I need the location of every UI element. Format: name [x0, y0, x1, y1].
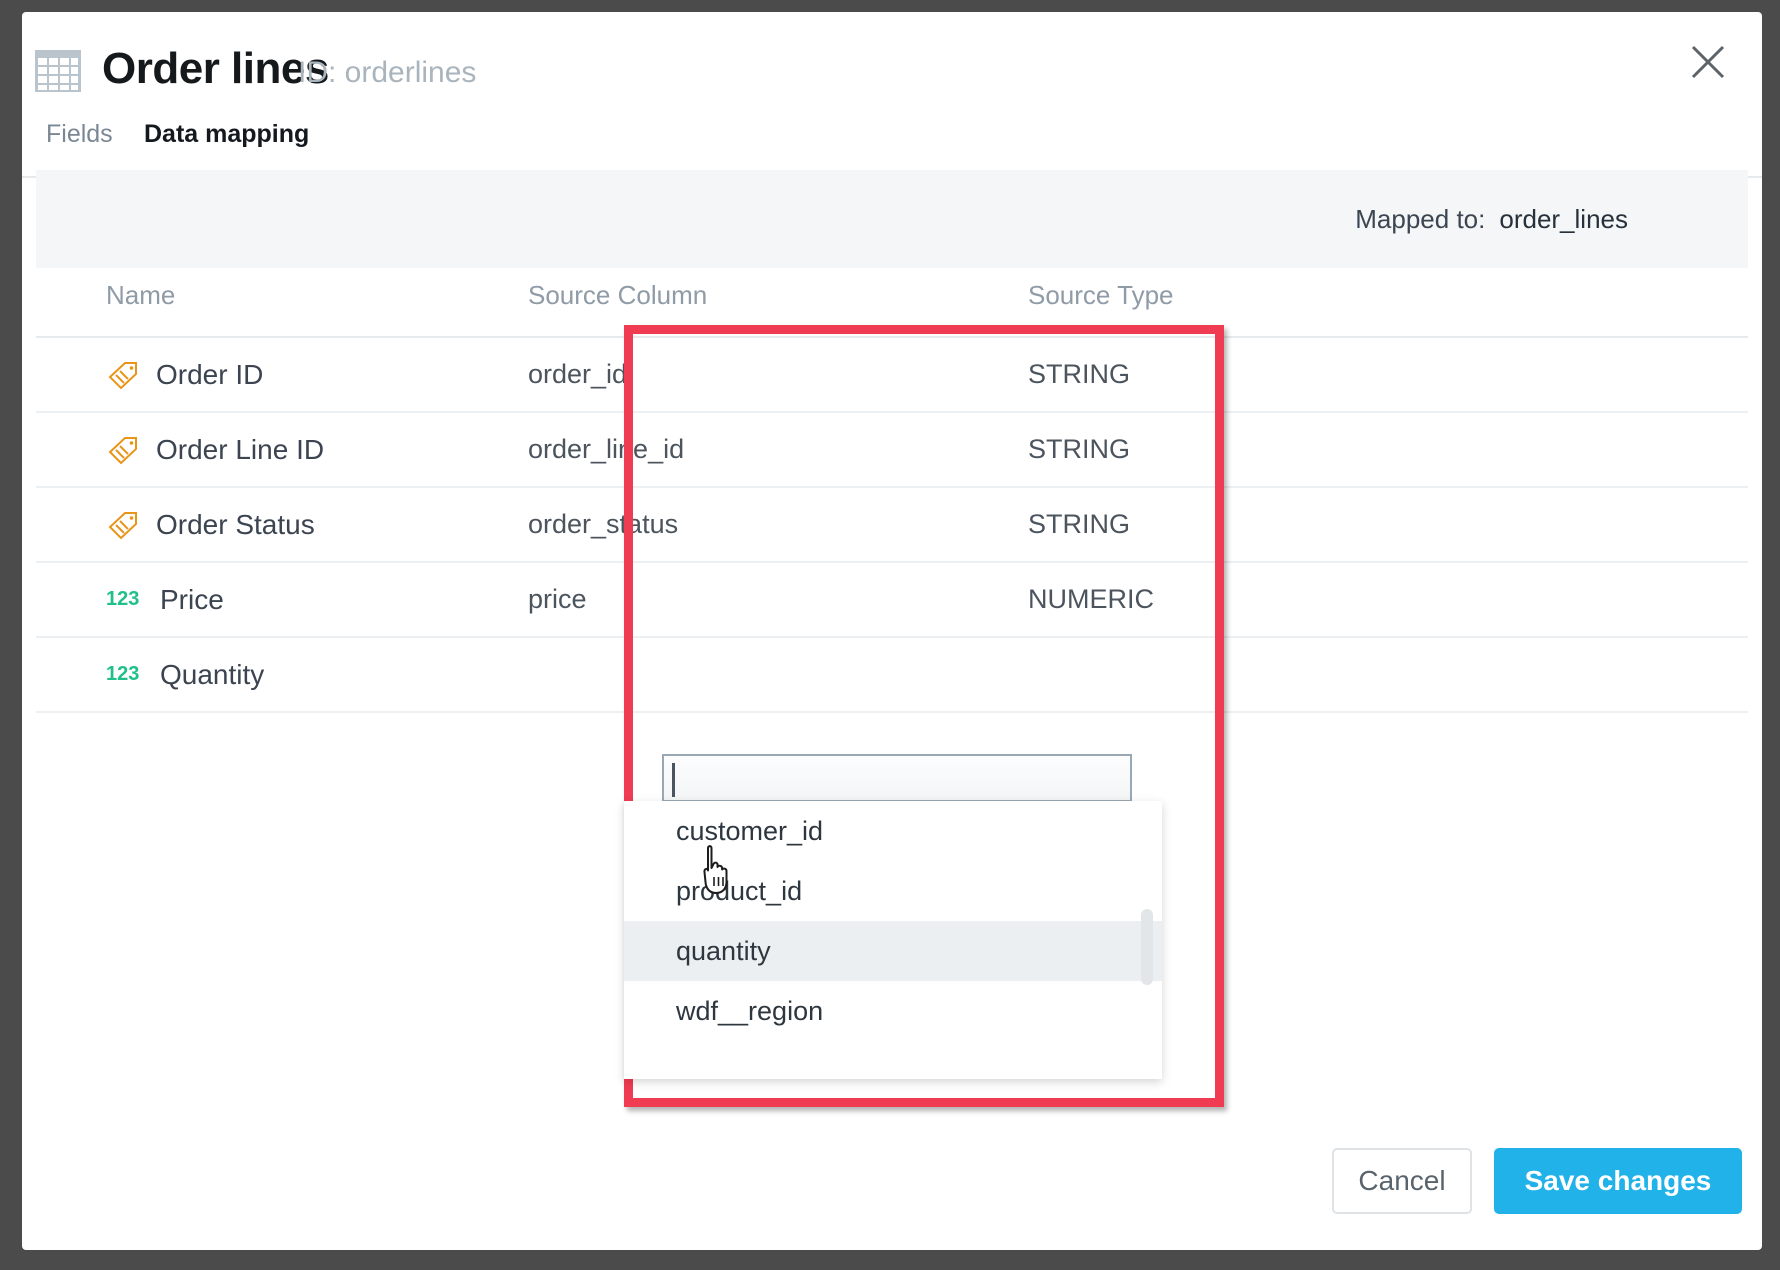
table-row: Order Line ID order_line_id STRING [36, 413, 1748, 488]
number-icon: 123 [106, 663, 144, 686]
page-title: Order lines [102, 44, 329, 94]
source-column-input[interactable] [662, 754, 1132, 802]
source-column-combobox: customer_id product_id quantity wdf__reg… [662, 754, 1132, 802]
tag-icon [106, 434, 140, 466]
table-grid-icon [34, 49, 82, 93]
save-changes-button[interactable]: Save changes [1494, 1148, 1742, 1214]
cell-field-name: Order Status [36, 509, 498, 541]
cell-source-type: STRING [1000, 434, 1600, 465]
mapped-to-banner: Mapped to: order_lines [36, 170, 1748, 268]
app-window: Order lines ID: orderlines Fields Data m… [0, 0, 1780, 1270]
tab-fields[interactable]: Fields [46, 120, 113, 176]
cancel-button-label: Cancel [1358, 1165, 1445, 1197]
close-icon [1688, 42, 1728, 87]
cell-field-name: Order Line ID [36, 434, 498, 466]
dropdown-option[interactable]: customer_id [624, 801, 1162, 861]
cell-field-name: Order ID [36, 359, 498, 391]
cell-source-column[interactable]: price [498, 584, 1000, 615]
mapped-to-label: Mapped to: [1355, 204, 1485, 235]
field-name-label: Order ID [156, 359, 263, 391]
tab-data-mapping-label: Data mapping [144, 120, 309, 149]
cell-source-type: STRING [1000, 509, 1600, 540]
column-header-source-column: Source Column [498, 280, 1000, 311]
field-name-label: Quantity [160, 659, 264, 691]
column-header-name: Name [36, 280, 498, 311]
save-changes-button-label: Save changes [1525, 1165, 1712, 1197]
dropdown-scrollbar[interactable] [1141, 807, 1153, 1035]
table-row: Order Status order_status STRING [36, 488, 1748, 563]
cell-field-name: 123 Price [36, 584, 498, 616]
table-header-row: Name Source Column Source Type [36, 280, 1748, 338]
cell-source-type: STRING [1000, 359, 1600, 390]
tag-icon [106, 359, 140, 391]
field-name-label: Order Line ID [156, 434, 324, 466]
page-id-label: ID: orderlines [298, 56, 476, 90]
tab-fields-label: Fields [46, 120, 113, 149]
field-name-label: Price [160, 584, 224, 616]
cell-source-column[interactable]: order_status [498, 509, 1000, 540]
table-row: Order ID order_id STRING [36, 338, 1748, 413]
field-name-label: Order Status [156, 509, 315, 541]
table-row: 123 Quantity [36, 638, 1748, 713]
text-caret [672, 763, 675, 797]
modal-footer: Cancel Save changes [22, 1120, 1762, 1250]
tag-icon [106, 509, 140, 541]
number-icon: 123 [106, 588, 144, 611]
mapped-to-value: order_lines [1499, 204, 1628, 235]
dropdown-option[interactable]: wdf__region [624, 981, 1162, 1041]
cell-field-name: 123 Quantity [36, 659, 498, 691]
dropdown-scrollbar-thumb[interactable] [1141, 909, 1153, 985]
dropdown-option-label: quantity [676, 936, 771, 967]
close-button[interactable] [1680, 36, 1736, 92]
mapping-table: Name Source Column Source Type [36, 280, 1748, 713]
dropdown-option-label: customer_id [676, 816, 823, 847]
column-header-source-type: Source Type [1000, 280, 1600, 311]
dropdown-option-label: wdf__region [676, 996, 823, 1027]
modal-header: Order lines ID: orderlines [22, 12, 1762, 130]
cell-source-column[interactable]: order_line_id [498, 434, 1000, 465]
dropdown-option-label: product_id [676, 876, 802, 907]
tab-data-mapping[interactable]: Data mapping [144, 120, 309, 176]
cell-source-column[interactable]: order_id [498, 359, 1000, 390]
table-row: 123 Price price NUMERIC [36, 563, 1748, 638]
cancel-button[interactable]: Cancel [1332, 1148, 1472, 1214]
order-lines-modal: Order lines ID: orderlines Fields Data m… [22, 12, 1762, 1250]
cell-source-type: NUMERIC [1000, 584, 1600, 615]
source-column-dropdown: customer_id product_id quantity wdf__reg… [624, 801, 1162, 1079]
dropdown-option[interactable]: product_id [624, 861, 1162, 921]
dropdown-option[interactable]: quantity [624, 921, 1162, 981]
